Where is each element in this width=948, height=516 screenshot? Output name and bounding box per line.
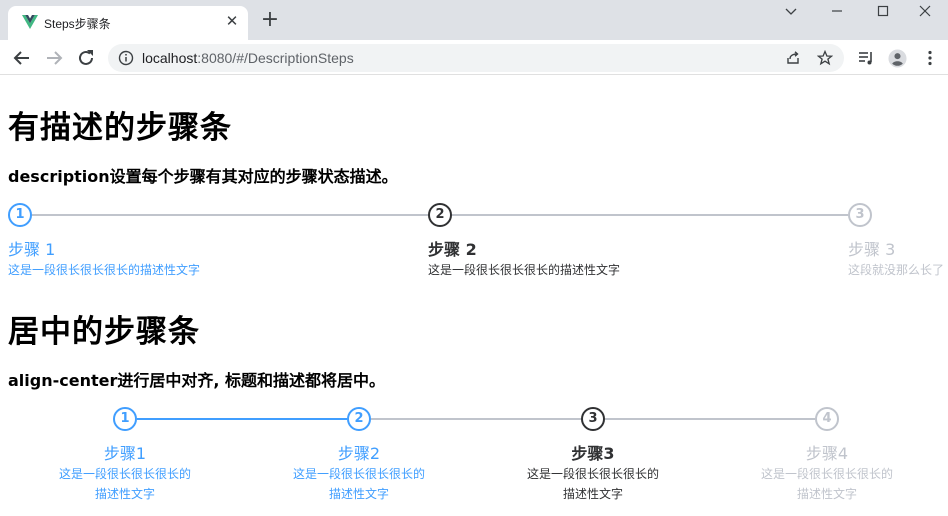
step-description: 描述性文字 <box>328 487 389 501</box>
section1-heading: 有描述的步骤条 <box>8 110 232 146</box>
step-number-icon: 3 <box>848 203 872 227</box>
vue-logo-icon <box>22 15 38 29</box>
maximize-icon <box>877 5 889 17</box>
step-title: 步骤4 <box>805 444 849 463</box>
close-icon <box>919 5 931 17</box>
step-title: 步骤 2 <box>428 240 477 259</box>
step-description: 这是一段很长很长很长的 <box>760 467 893 481</box>
url-text[interactable]: localhost:8080/#/DescriptionSteps <box>142 50 354 66</box>
step-number-icon: 1 <box>113 407 137 431</box>
address-bar[interactable]: localhost:8080/#/DescriptionSteps <box>108 44 844 72</box>
profile-avatar-icon[interactable] <box>888 49 907 68</box>
close-window-button[interactable] <box>902 0 948 24</box>
tab-title: Steps步骤条 <box>44 17 111 31</box>
close-tab-icon[interactable]: ✕ <box>224 13 240 29</box>
menu-kebab-icon[interactable] <box>922 49 938 67</box>
back-button[interactable] <box>11 47 33 69</box>
align-center-steps: 1 步骤1 这是一段很长很长很长的 描述性文字 2 步骤2 这是一段很长很长很长… <box>0 407 948 516</box>
section2-subtitle: align-center进行居中对齐, 标题和描述都将居中。 <box>8 371 386 390</box>
chevron-down-icon <box>785 8 797 15</box>
step-description: 这段就没那么长了 <box>848 263 945 277</box>
step-number-icon: 1 <box>8 203 32 227</box>
forward-button[interactable] <box>43 47 65 69</box>
step-number-icon: 2 <box>428 203 452 227</box>
step-title: 步骤2 <box>337 444 381 463</box>
page-content: 有描述的步骤条 description设置每个步骤有其对应的步骤状态描述。 1 … <box>0 76 948 516</box>
info-icon[interactable] <box>118 50 134 66</box>
star-icon[interactable] <box>817 50 833 66</box>
step-number-icon: 3 <box>581 407 605 431</box>
browser-tab[interactable]: Steps步骤条 ✕ <box>8 6 248 40</box>
step-description: 描述性文字 <box>562 487 623 501</box>
step-title: 步骤1 <box>103 444 147 463</box>
url-host: localhost <box>142 50 198 66</box>
step-title: 步骤3 <box>571 444 615 463</box>
browser-toolbar: localhost:8080/#/DescriptionSteps <box>0 40 948 75</box>
description-steps: 1 步骤 1 这是一段很长很长很长的描述性文字 2 步骤 2 这是一段很长很长很… <box>0 203 948 293</box>
arrow-left-icon <box>13 51 29 65</box>
step-connector-line <box>452 214 848 216</box>
step-number-icon: 2 <box>347 407 371 431</box>
share-icon[interactable] <box>785 50 801 66</box>
reload-button[interactable] <box>75 47 97 69</box>
reading-list-icon[interactable] <box>857 49 875 67</box>
url-path: :8080/#/DescriptionSteps <box>197 50 354 66</box>
step-connector-line <box>605 418 815 420</box>
step-description: 这是一段很长很长很长的描述性文字 <box>428 263 621 277</box>
step-description: 描述性文字 <box>94 487 155 501</box>
step-description: 这是一段很长很长很长的 <box>58 467 191 481</box>
reload-icon <box>79 50 93 65</box>
section1-subtitle: description设置每个步骤有其对应的步骤状态描述。 <box>8 167 398 186</box>
section2-heading: 居中的步骤条 <box>8 314 200 350</box>
tab-search-button[interactable] <box>768 0 814 24</box>
new-tab-icon[interactable]: + <box>259 9 281 31</box>
browser-tab-bar: Steps步骤条 ✕ + <box>0 0 948 40</box>
step-connector-line <box>137 418 347 420</box>
step-title: 步骤 1 <box>8 240 56 259</box>
step-title: 步骤 3 <box>848 240 896 259</box>
arrow-right-icon <box>47 51 63 65</box>
step-connector-line <box>371 418 581 420</box>
step-description: 这是一段很长很长很长的 <box>526 467 659 481</box>
step-description: 这是一段很长很长很长的描述性文字 <box>8 263 201 277</box>
minimize-button[interactable] <box>814 0 860 24</box>
minimize-icon <box>832 10 842 12</box>
step-number-icon: 4 <box>815 407 839 431</box>
step-description: 这是一段很长很长很长的 <box>292 467 425 481</box>
maximize-button[interactable] <box>860 0 906 24</box>
step-connector-line <box>32 214 428 216</box>
step-description: 描述性文字 <box>796 487 857 501</box>
